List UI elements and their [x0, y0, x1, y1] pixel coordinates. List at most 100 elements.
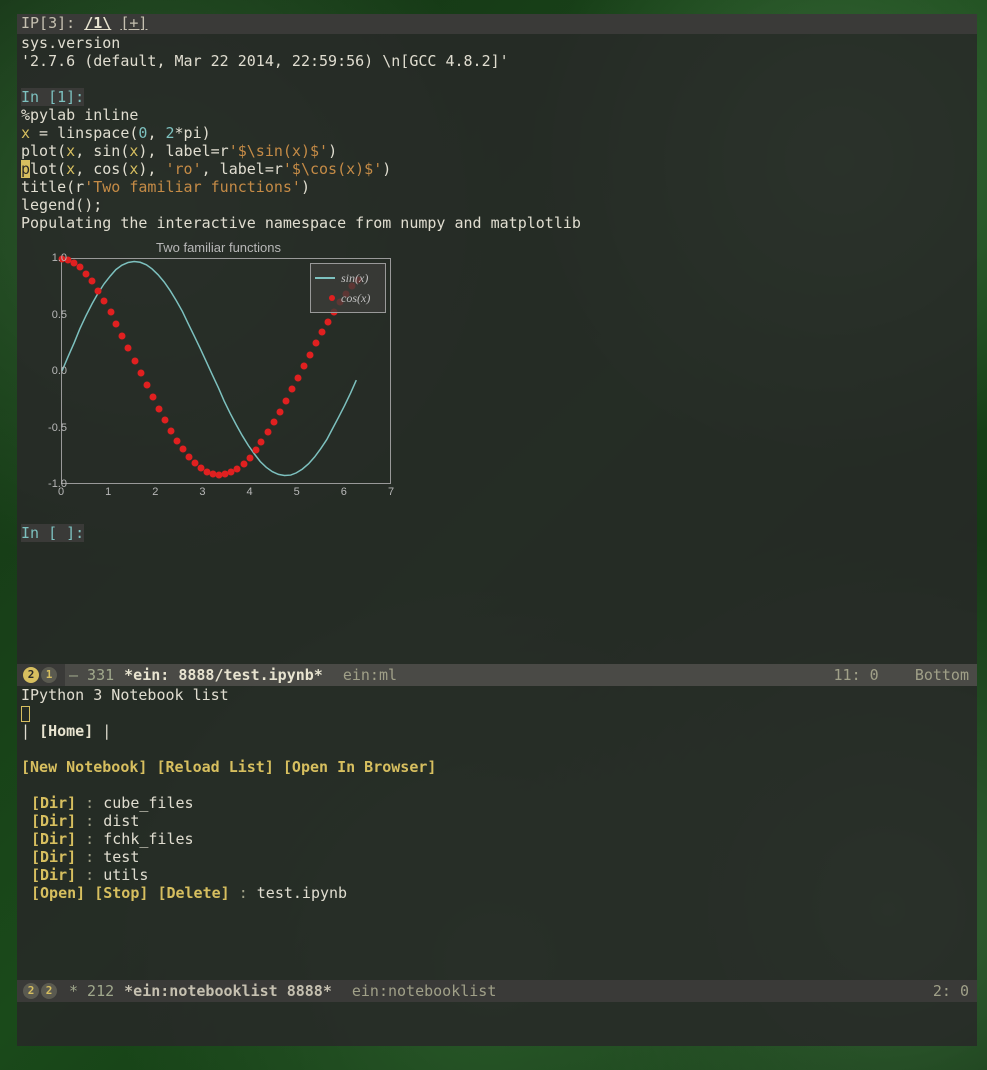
y-tick-label: 0.5	[52, 309, 67, 321]
new-notebook-button[interactable]: [New Notebook]	[21, 758, 147, 776]
notebooklist-title: IPython 3 Notebook list	[17, 686, 977, 704]
separator: :	[76, 794, 103, 812]
chart-data-point	[155, 406, 162, 413]
buffer-name: *ein:notebooklist 8888*	[124, 980, 332, 1002]
chart-data-point	[276, 408, 283, 415]
code-line[interactable]: %pylab inline	[17, 106, 977, 124]
chart-data-point	[107, 309, 114, 316]
notebooklist-actions: [New Notebook] [Reload List] [Open In Br…	[17, 758, 977, 776]
dir-button[interactable]: [Dir]	[31, 866, 76, 884]
chart-data-point	[306, 351, 313, 358]
stop-button[interactable]: [Stop]	[94, 884, 148, 902]
chart-data-point	[180, 446, 187, 453]
chart-data-point	[137, 369, 144, 376]
output-line: '2.7.6 (default, Mar 22 2014, 22:59:56) …	[17, 52, 977, 70]
window-num-icon: 1	[41, 667, 57, 683]
chart-data-point	[76, 264, 83, 271]
x-tick-label: 5	[294, 486, 300, 498]
separator: :	[76, 830, 103, 848]
legend-dot-icon	[329, 295, 335, 301]
chart-data-point	[270, 419, 277, 426]
chart-data-point	[89, 278, 96, 285]
chart-data-point	[113, 320, 120, 327]
x-tick-label: 7	[388, 486, 394, 498]
code-line[interactable]: x = linspace(0, 2*pi)	[17, 124, 977, 142]
chart-plot-area: sin(x) cos(x)	[61, 258, 391, 484]
window-num-icon: 2	[23, 667, 39, 683]
dir-name: dist	[103, 812, 139, 830]
dir-name: test	[103, 848, 139, 866]
code-line[interactable]: plot(x, cos(x), 'ro', label=r'$\cos(x)$'…	[17, 160, 977, 178]
code-line[interactable]: plot(x, sin(x), label=r'$\sin(x)$')	[17, 142, 977, 160]
modeline-info: * 212	[59, 980, 124, 1002]
home-link[interactable]: [Home]	[39, 722, 93, 740]
open-button[interactable]: [Open]	[31, 884, 85, 902]
chart-data-point	[313, 340, 320, 347]
buffer-name: *ein: 8888/test.ipynb*	[124, 664, 323, 686]
dir-row: [Dir] : cube_files	[17, 794, 977, 812]
dir-button[interactable]: [Dir]	[31, 848, 76, 866]
emacs-window: IP[3]: /1\ [+] sys.version '2.7.6 (defau…	[17, 14, 977, 1046]
breadcrumb: | [Home] |	[17, 722, 977, 740]
y-tick-label: 0.0	[52, 365, 67, 377]
dir-row: [Dir] : dist	[17, 812, 977, 830]
code-line[interactable]: title(r'Two familiar functions')	[17, 178, 977, 196]
separator: :	[76, 848, 103, 866]
chart-data-point	[95, 287, 102, 294]
x-tick-label: 3	[199, 486, 205, 498]
y-tick-label: -0.5	[48, 422, 67, 434]
cursor-outline	[21, 706, 30, 722]
spacer	[17, 902, 977, 980]
tab-prefix: IP[3]:	[21, 14, 84, 32]
x-tick-label: 2	[152, 486, 158, 498]
chart-data-point	[143, 382, 150, 389]
notebook-row: [Open] [Stop] [Delete] : test.ipynb	[17, 884, 977, 902]
notebooklist-panel: IPython 3 Notebook list | [Home] | [New …	[17, 686, 977, 902]
chart-data-point	[264, 429, 271, 436]
chart-data-point	[119, 333, 126, 340]
code-line[interactable]: legend();	[17, 196, 977, 214]
modeline-position: 2: 0	[933, 980, 969, 1002]
major-mode: ein:notebooklist	[352, 980, 497, 1002]
dir-row: [Dir] : utils	[17, 866, 977, 884]
chart-data-point	[282, 397, 289, 404]
dir-name: utils	[103, 866, 148, 884]
chart-data-point	[258, 438, 265, 445]
chart-data-point	[101, 298, 108, 305]
chart-data-point	[289, 386, 296, 393]
cursor: p	[21, 160, 30, 178]
y-tick-label: 1.0	[52, 252, 67, 264]
chart-data-point	[149, 394, 156, 401]
chart-data-point	[300, 363, 307, 370]
chart-data-point	[131, 357, 138, 364]
modeline-top: 2 1 — 331 *ein: 8888/test.ipynb* ein:ml …	[17, 664, 977, 686]
major-mode: ein:ml	[343, 664, 397, 686]
dir-name: fchk_files	[103, 830, 193, 848]
chart-data-point	[167, 427, 174, 434]
dir-button[interactable]: [Dir]	[31, 794, 76, 812]
tab-add[interactable]: [+]	[120, 14, 147, 32]
window-num-icon: 2	[41, 983, 57, 999]
chart-data-point	[161, 417, 168, 424]
modeline-bottom: 2 2 * 212 *ein:notebooklist 8888* ein:no…	[17, 980, 977, 1002]
blank-line	[17, 510, 977, 524]
chart-data-point	[319, 329, 326, 336]
cell-prompt: In [1]:	[17, 88, 977, 106]
open-browser-button[interactable]: [Open In Browser]	[283, 758, 437, 776]
dir-row: [Dir] : test	[17, 848, 977, 866]
modeline-position: 11: 0 Bottom	[834, 664, 969, 686]
delete-button[interactable]: [Delete]	[157, 884, 229, 902]
dir-button[interactable]: [Dir]	[31, 830, 76, 848]
dir-button[interactable]: [Dir]	[31, 812, 76, 830]
reload-list-button[interactable]: [Reload List]	[156, 758, 273, 776]
chart-data-point	[174, 437, 181, 444]
chart-data-point	[325, 318, 332, 325]
tab-active[interactable]: /1\	[84, 14, 111, 32]
blank-line	[17, 70, 977, 88]
chart-output: Two familiar functions sin(x) cos(x)	[21, 240, 401, 510]
output-line: sys.version	[17, 34, 977, 52]
cell-prompt-empty[interactable]: In [ ]:	[17, 524, 977, 542]
dir-row: [Dir] : fchk_files	[17, 830, 977, 848]
notebook-name: test.ipynb	[257, 884, 347, 902]
chart-data-point	[83, 270, 90, 277]
